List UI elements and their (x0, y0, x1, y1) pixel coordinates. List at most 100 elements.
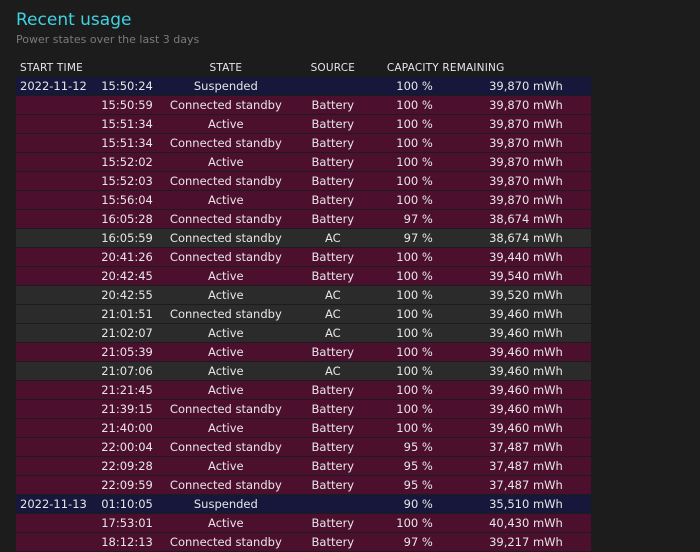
row-capacity: 39,870 mWh (438, 133, 591, 153)
row-source: Battery (294, 475, 371, 495)
row-percent: 100 % (370, 266, 439, 286)
row-percent: 95 % (370, 456, 439, 476)
row-capacity: 39,870 mWh (438, 95, 591, 115)
table-row: 21:39:15 Connected standby Battery 100 % 39,… (16, 399, 591, 419)
table-row: 22:09:28 Active Battery 95 % 37,487 mWh (16, 456, 591, 476)
row-percent: 90 % (370, 494, 439, 514)
table-row: 20:41:26 Connected standby Battery 100 % 39,… (16, 247, 591, 267)
row-source: Battery (294, 95, 371, 115)
table-row: 21:40:00 Active Battery 100 % 39,460 mWh (16, 418, 591, 438)
row-time: 16:05:59 (90, 228, 157, 248)
row-source: Battery (294, 418, 371, 438)
row-percent: 100 % (370, 77, 439, 96)
row-time: 21:40:00 (90, 418, 157, 438)
row-capacity: 39,540 mWh (438, 266, 591, 286)
row-capacity: 39,520 mWh (438, 285, 591, 305)
row-time: 21:21:45 (90, 380, 157, 400)
row-state: Connected standby (156, 228, 295, 248)
row-capacity: 39,217 mWh (438, 532, 591, 552)
row-date (16, 152, 91, 172)
row-capacity: 35,510 mWh (438, 494, 591, 514)
row-source: Battery (294, 133, 371, 153)
row-date (16, 475, 91, 495)
row-percent: 100 % (370, 95, 439, 115)
table-row: 18:12:13 Connected standby Battery 97 % 39,2… (16, 532, 591, 552)
row-capacity: 39,460 mWh (438, 380, 591, 400)
row-capacity: 39,440 mWh (438, 247, 591, 267)
row-state: Active (156, 418, 295, 438)
table-row: 16:05:28 Connected standby Battery 97 % 38,6… (16, 209, 591, 229)
row-date: 2022-11-13 (16, 494, 91, 514)
row-capacity: 39,460 mWh (438, 323, 591, 343)
row-source: Battery (294, 247, 371, 267)
row-date (16, 380, 91, 400)
row-date (16, 171, 91, 191)
row-date: 2022-11-12 (16, 77, 91, 96)
page-title: Recent usage (16, 10, 132, 30)
row-source (294, 77, 371, 96)
row-state: Connected standby (156, 399, 295, 419)
row-percent: 97 % (370, 228, 439, 248)
row-time: 20:42:55 (90, 285, 157, 305)
table-row: 2022-11-13 01:10:05 Suspended 90 % 35,510 mW… (16, 494, 591, 514)
table-row: 21:07:06 Active AC 100 % 39,460 mWh (16, 361, 591, 381)
row-percent: 100 % (370, 285, 439, 305)
row-date (16, 361, 91, 381)
row-date (16, 285, 91, 305)
row-state: Active (156, 361, 295, 381)
row-percent: 97 % (370, 532, 439, 552)
row-time: 21:39:15 (90, 399, 157, 419)
row-source: Battery (294, 209, 371, 229)
row-time: 15:50:59 (90, 95, 157, 115)
row-date (16, 342, 91, 362)
table-row: 21:02:07 Active AC 100 % 39,460 mWh (16, 323, 591, 343)
row-date (16, 266, 91, 286)
row-capacity: 39,460 mWh (438, 361, 591, 381)
row-time: 15:52:03 (90, 171, 157, 191)
row-percent: 95 % (370, 437, 439, 457)
row-percent: 100 % (370, 361, 439, 381)
row-source: Battery (294, 152, 371, 172)
row-date (16, 456, 91, 476)
row-date (16, 323, 91, 343)
row-state: Suspended (156, 494, 295, 514)
row-percent: 95 % (370, 475, 439, 495)
row-time: 15:51:34 (90, 133, 157, 153)
column-header-capacity: CAPACITY REMAINING (386, 62, 505, 74)
row-time: 21:02:07 (90, 323, 157, 343)
row-date (16, 437, 91, 457)
table-row: 21:21:45 Active Battery 100 % 39,460 mWh (16, 380, 591, 400)
row-state: Active (156, 190, 295, 210)
row-date (16, 114, 91, 134)
row-percent: 100 % (370, 399, 439, 419)
row-state: Active (156, 323, 295, 343)
row-source: Battery (294, 266, 371, 286)
row-time: 17:53:01 (90, 513, 157, 533)
table-row: 15:52:03 Connected standby Battery 100 % 39,… (16, 171, 591, 191)
row-date (16, 228, 91, 248)
row-time: 15:51:34 (90, 114, 157, 134)
row-capacity: 37,487 mWh (438, 456, 591, 476)
table-row: 22:09:59 Connected standby Battery 95 % 37,4… (16, 475, 591, 495)
row-percent: 100 % (370, 513, 439, 533)
row-state: Active (156, 456, 295, 476)
table-row: 17:53:01 Active Battery 100 % 40,430 mWh (16, 513, 591, 533)
table-row: 22:00:04 Connected standby Battery 95 % 37,4… (16, 437, 591, 457)
row-state: Active (156, 266, 295, 286)
row-date (16, 133, 91, 153)
row-percent: 100 % (370, 114, 439, 134)
row-time: 15:56:04 (90, 190, 157, 210)
table-row: 20:42:55 Active AC 100 % 39,520 mWh (16, 285, 591, 305)
row-time: 22:09:59 (90, 475, 157, 495)
row-source: Battery (294, 456, 371, 476)
table-row: 15:51:34 Active Battery 100 % 39,870 mWh (16, 114, 591, 134)
row-state: Suspended (156, 77, 295, 96)
table-row: 21:05:39 Active Battery 100 % 39,460 mWh (16, 342, 591, 362)
table-row: 15:50:59 Connected standby Battery 100 % 39,… (16, 95, 591, 115)
row-source: Battery (294, 342, 371, 362)
row-state: Active (156, 513, 295, 533)
row-time: 20:42:45 (90, 266, 157, 286)
row-source: Battery (294, 399, 371, 419)
row-capacity: 37,487 mWh (438, 437, 591, 457)
row-time: 16:05:28 (90, 209, 157, 229)
